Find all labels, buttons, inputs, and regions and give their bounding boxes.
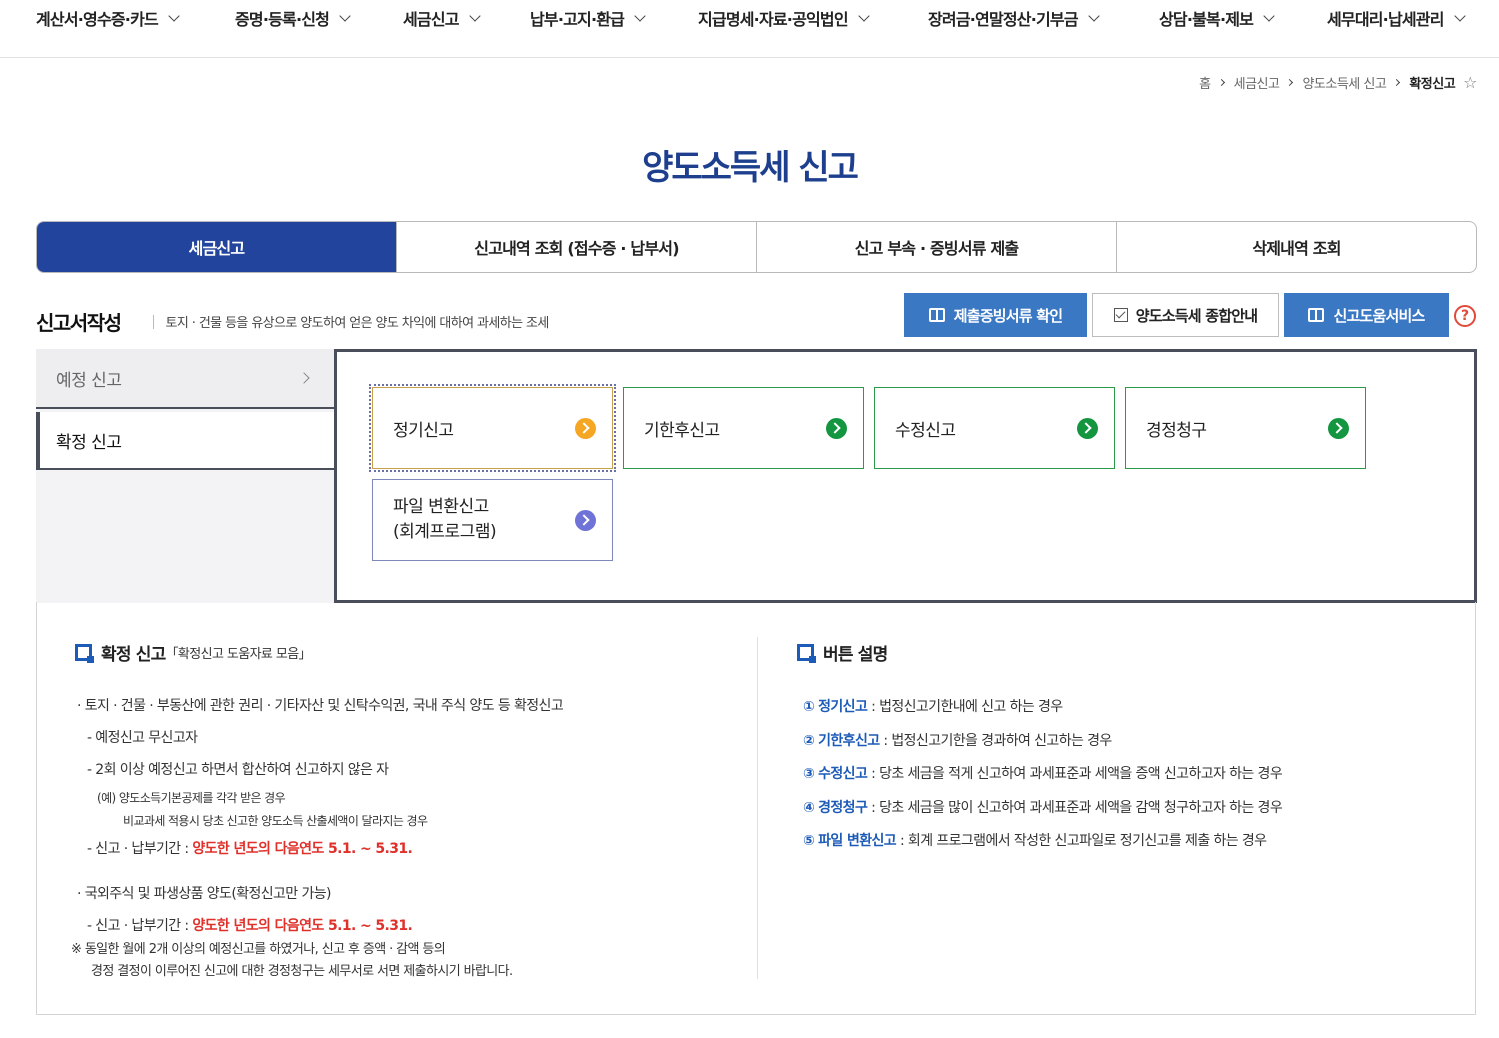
- info-line: (예) 양도소득기본공제를 각각 받은 경우: [97, 791, 286, 805]
- tab-deleted-history[interactable]: 삭제내역 조회: [1116, 222, 1476, 272]
- main-tabs: 세금신고 신고내역 조회 (접수증 · 납부서) 신고 부속 · 증빙서류 제출…: [36, 221, 1477, 273]
- chevron-right-icon: [1217, 78, 1225, 87]
- sidebar-item-final[interactable]: 확정 신고: [36, 412, 336, 470]
- divider: [757, 637, 758, 979]
- nav-item-payment[interactable]: 납부·고지·환급: [530, 6, 646, 30]
- section-description: 토지 · 건물 등을 유상으로 양도하여 얻은 양도 차익에 대하여 과세하는 …: [165, 316, 550, 331]
- nav-item-consulting[interactable]: 상담·불복·제보: [1159, 6, 1275, 30]
- nav-item-tax-agent[interactable]: 세무대리·납세관리: [1327, 6, 1466, 30]
- checkbox-icon: [1113, 308, 1128, 322]
- top-navigation: 계산서·영수증·카드 증명·등록·신청 세금신고 납부·고지·환급 지급명세·자…: [0, 0, 1499, 58]
- chevron-down-icon: [1263, 9, 1275, 22]
- chevron-right-icon: [298, 372, 310, 384]
- nav-item-receipts[interactable]: 계산서·영수증·카드: [36, 6, 180, 30]
- tab-filing-history[interactable]: 신고내역 조회 (접수증 · 납부서): [396, 222, 756, 272]
- square-bullet-icon: [75, 644, 94, 663]
- button-description-item: ④ 경정청구 : 당초 세금을 많이 신고하여 과세표준과 세액을 감액 청구하…: [803, 800, 1283, 816]
- file-conversion-label: 파일 변환신고 (회계프로그램): [393, 497, 497, 542]
- sidebar-item-preliminary[interactable]: 예정 신고: [36, 349, 336, 409]
- file-conversion-filing-button[interactable]: 파일 변환신고 (회계프로그램): [372, 479, 613, 561]
- square-bullet-icon: [797, 644, 816, 663]
- info-line: - 2회 이상 예정신고 하면서 합산하여 신고하지 않은 자: [87, 762, 389, 778]
- divider: [152, 314, 154, 329]
- breadcrumb: 홈 세금신고 양도소득세 신고 확정신고 ☆: [1199, 73, 1477, 92]
- regular-filing-button[interactable]: 정기신고: [369, 384, 616, 472]
- info-line: - 예정신고 무신고자: [87, 730, 198, 746]
- chevron-down-icon: [168, 9, 180, 22]
- arrow-right-icon: [575, 418, 596, 439]
- chevron-down-icon: [469, 9, 481, 22]
- chevron-right-icon: [1393, 78, 1401, 87]
- chevron-down-icon: [634, 9, 646, 22]
- arrow-right-icon: [1328, 418, 1349, 439]
- guide-button[interactable]: 양도소득세 종합안내: [1092, 293, 1279, 337]
- nav-item-incentives[interactable]: 장려금·연말정산·기부금: [928, 6, 1100, 30]
- correction-claim-button[interactable]: 경정청구: [1125, 387, 1366, 469]
- arrow-right-icon: [575, 510, 596, 531]
- breadcrumb-level2[interactable]: 양도소득세 신고: [1302, 73, 1386, 92]
- info-note: 경정 결정이 이루어진 신고에 대한 경정청구는 세무서로 서면 제출하시기 바…: [91, 964, 513, 979]
- nav-item-certificates[interactable]: 증명·등록·신청: [235, 6, 351, 30]
- chevron-down-icon: [858, 9, 870, 22]
- chevron-down-icon: [339, 9, 351, 22]
- breadcrumb-home[interactable]: 홈: [1199, 73, 1211, 92]
- button-description-heading: 버튼 설명: [797, 640, 888, 665]
- button-description-item: ① 정기신고 : 법정신고기한내에 신고 하는 경우: [803, 699, 1063, 715]
- info-box: 확정 신고 「확정신고 도움자료 모음」 · 토지 · 건물 · 부동산에 관한…: [36, 602, 1476, 1015]
- info-note: ※ 동일한 월에 2개 이상의 예정신고를 하였거나, 신고 후 증액 · 감액…: [71, 942, 446, 957]
- amended-filing-button[interactable]: 수정신고: [874, 387, 1115, 469]
- nav-item-statements[interactable]: 지급명세·자료·공익법인: [698, 6, 870, 30]
- section-title: 신고서작성: [36, 311, 122, 335]
- arrow-right-icon: [1077, 418, 1098, 439]
- page-title: 양도소득세 신고: [642, 148, 859, 188]
- arrow-right-icon: [826, 418, 847, 439]
- info-line: - 신고 · 납부기간 : 양도한 년도의 다음연도 5.1. ~ 5.31.: [87, 918, 413, 934]
- chevron-down-icon: [1453, 9, 1466, 22]
- info-line: · 국외주식 및 파생상품 양도(확정신고만 가능): [77, 886, 331, 902]
- star-icon[interactable]: ☆: [1463, 74, 1477, 91]
- help-materials-link[interactable]: 「확정신고 도움자료 모음」: [165, 643, 311, 662]
- tab-tax-filing[interactable]: 세금신고: [37, 222, 396, 272]
- info-line: · 토지 · 건물 · 부동산에 관한 권리 · 기타자산 및 신탁수익권, 국…: [77, 698, 564, 714]
- section-header: 신고서작성 토지 · 건물 등을 유상으로 양도하여 얻은 양도 차익에 대하여…: [36, 307, 549, 336]
- button-description-item: ③ 수정신고 : 당초 세금을 적게 신고하여 과세표준과 세액을 증액 신고하…: [803, 766, 1283, 782]
- late-filing-button[interactable]: 기한후신고: [623, 387, 864, 469]
- filing-options-panel: 정기신고 기한후신고 수정신고 경정청구 파일 변환신고 (회계프로그램): [334, 349, 1477, 603]
- help-icon[interactable]: ?: [1454, 305, 1476, 327]
- book-icon: [928, 308, 945, 322]
- button-description-item: ⑤ 파일 변환신고 : 회계 프로그램에서 작성한 신고파일로 정기신고를 제출…: [803, 833, 1267, 849]
- button-description-item: ② 기한후신고 : 법정신고기한을 경과하여 신고하는 경우: [803, 733, 1112, 749]
- breadcrumb-level1[interactable]: 세금신고: [1234, 73, 1280, 92]
- evidence-check-button[interactable]: 제출증빙서류 확인: [904, 293, 1087, 337]
- nav-item-tax-filing[interactable]: 세금신고: [403, 6, 481, 30]
- info-line: - 신고 · 납부기간 : 양도한 년도의 다음연도 5.1. ~ 5.31.: [87, 841, 413, 857]
- chevron-down-icon: [1088, 9, 1100, 22]
- book-icon: [1308, 308, 1325, 322]
- info-line: 비교과세 적용시 당초 신고한 양도소득 산출세액이 달라지는 경우: [123, 814, 428, 828]
- help-service-button[interactable]: 신고도움서비스: [1284, 293, 1449, 337]
- chevron-right-icon: [1286, 78, 1294, 87]
- tab-supporting-documents[interactable]: 신고 부속 · 증빙서류 제출: [756, 222, 1116, 272]
- breadcrumb-current: 확정신고: [1409, 77, 1456, 92]
- final-filing-heading: 확정 신고 「확정신고 도움자료 모음」: [75, 640, 312, 665]
